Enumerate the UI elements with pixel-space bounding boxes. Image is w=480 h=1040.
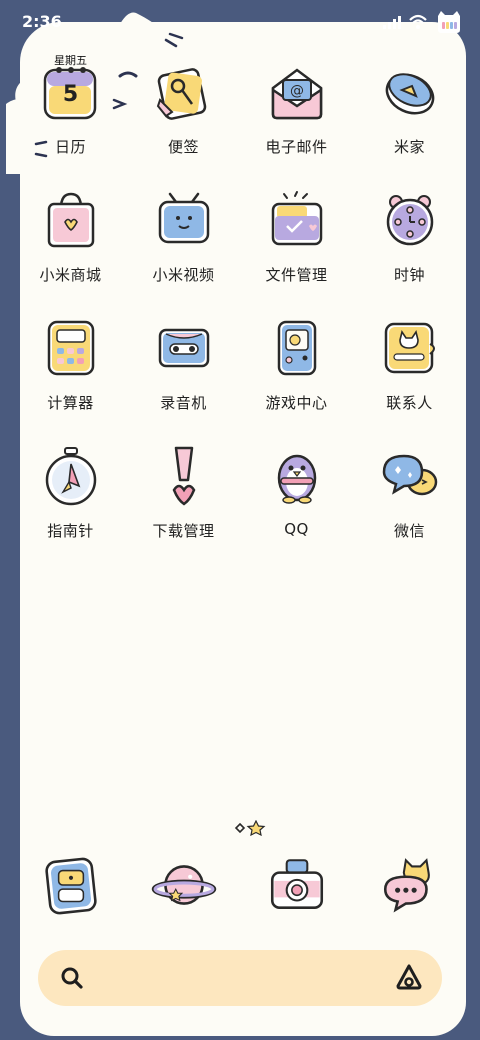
app-calendar[interactable]: 星期五 5 日历 <box>14 54 127 188</box>
app-file-manager[interactable]: 文件管理 <box>240 188 353 316</box>
calculator-icon <box>47 320 94 376</box>
app-wechat[interactable]: 微信 <box>353 444 466 572</box>
page-dot-icon <box>234 822 246 834</box>
app-game-center[interactable]: 游戏中心 <box>240 316 353 444</box>
exclamation-heart-icon <box>172 446 195 506</box>
app-label: 游戏中心 <box>265 394 328 412</box>
app-label: 米家 <box>393 138 425 156</box>
app-label: 微信 <box>393 522 425 540</box>
app-label: 日历 <box>54 138 86 156</box>
app-qq[interactable]: QQ <box>240 444 353 572</box>
cassette-icon <box>158 328 209 368</box>
chat-bubbles-icon <box>382 454 437 496</box>
shopping-bag-icon <box>47 192 94 248</box>
wifi-icon <box>409 14 427 29</box>
app-compass[interactable]: 指南针 <box>14 444 127 572</box>
dock-phone[interactable] <box>14 852 127 918</box>
app-label: 联系人 <box>386 394 433 412</box>
app-recorder[interactable]: 录音机 <box>127 316 240 444</box>
tv-icon <box>158 192 209 244</box>
notes-icon <box>156 68 206 120</box>
phone-icon <box>44 857 97 915</box>
email-icon: @ <box>271 68 322 120</box>
app-label: 录音机 <box>160 394 207 412</box>
calendar-day: 5 <box>62 82 79 107</box>
status-bar: 2:36 <box>0 0 480 44</box>
app-notes[interactable]: 便签 <box>127 60 240 188</box>
dock-messages[interactable] <box>353 852 466 918</box>
app-downloads[interactable]: 下载管理 <box>127 444 240 572</box>
compass-icon <box>45 447 96 506</box>
page-star-icon <box>246 820 266 836</box>
penguin-icon <box>277 454 316 504</box>
dock-browser[interactable] <box>127 852 240 918</box>
app-label: 小米商城 <box>39 266 102 284</box>
camera-icon <box>270 859 323 909</box>
assistant-icon[interactable] <box>394 962 424 992</box>
folder-icon <box>271 191 322 246</box>
app-clock[interactable]: 时钟 <box>353 188 466 316</box>
app-label: 便签 <box>167 138 199 156</box>
app-mi-store[interactable]: 小米商城 <box>14 188 127 316</box>
dock <box>14 852 466 918</box>
app-contacts[interactable]: 联系人 <box>353 316 466 444</box>
svg-text:@: @ <box>290 83 304 99</box>
app-label: 计算器 <box>47 394 94 412</box>
status-time: 2:36 <box>22 12 62 31</box>
calendar-weekday: 星期五 <box>54 54 87 67</box>
mi-home-icon <box>385 73 434 115</box>
app-label: 指南针 <box>47 522 94 540</box>
battery-cat-icon <box>438 11 460 33</box>
app-label: QQ <box>284 520 309 538</box>
contacts-cat-icon <box>384 322 435 374</box>
app-mi-video[interactable]: 小米视频 <box>127 188 240 316</box>
page-indicator[interactable] <box>232 820 268 836</box>
app-mi-home[interactable]: 米家 <box>353 60 466 188</box>
app-label: 电子邮件 <box>265 138 328 156</box>
app-label: 小米视频 <box>152 266 215 284</box>
messages-cat-icon <box>383 858 430 913</box>
app-label: 下载管理 <box>152 522 215 540</box>
app-label: 文件管理 <box>265 266 328 284</box>
dock-camera[interactable] <box>240 852 353 918</box>
signal-icon <box>383 16 401 29</box>
gameboy-icon <box>277 320 316 376</box>
search-icon[interactable] <box>58 964 86 992</box>
app-grid: 星期五 5 日历 便签 @ 电子邮件 米家 小米商城 小米视频 文件管理 时钟 … <box>14 54 466 572</box>
app-email[interactable]: @ 电子邮件 <box>240 60 353 188</box>
planet-icon <box>151 865 216 905</box>
app-label: 时钟 <box>393 266 425 284</box>
alarm-clock-icon <box>386 195 433 246</box>
search-bar[interactable] <box>38 950 442 1006</box>
app-calculator[interactable]: 计算器 <box>14 316 127 444</box>
